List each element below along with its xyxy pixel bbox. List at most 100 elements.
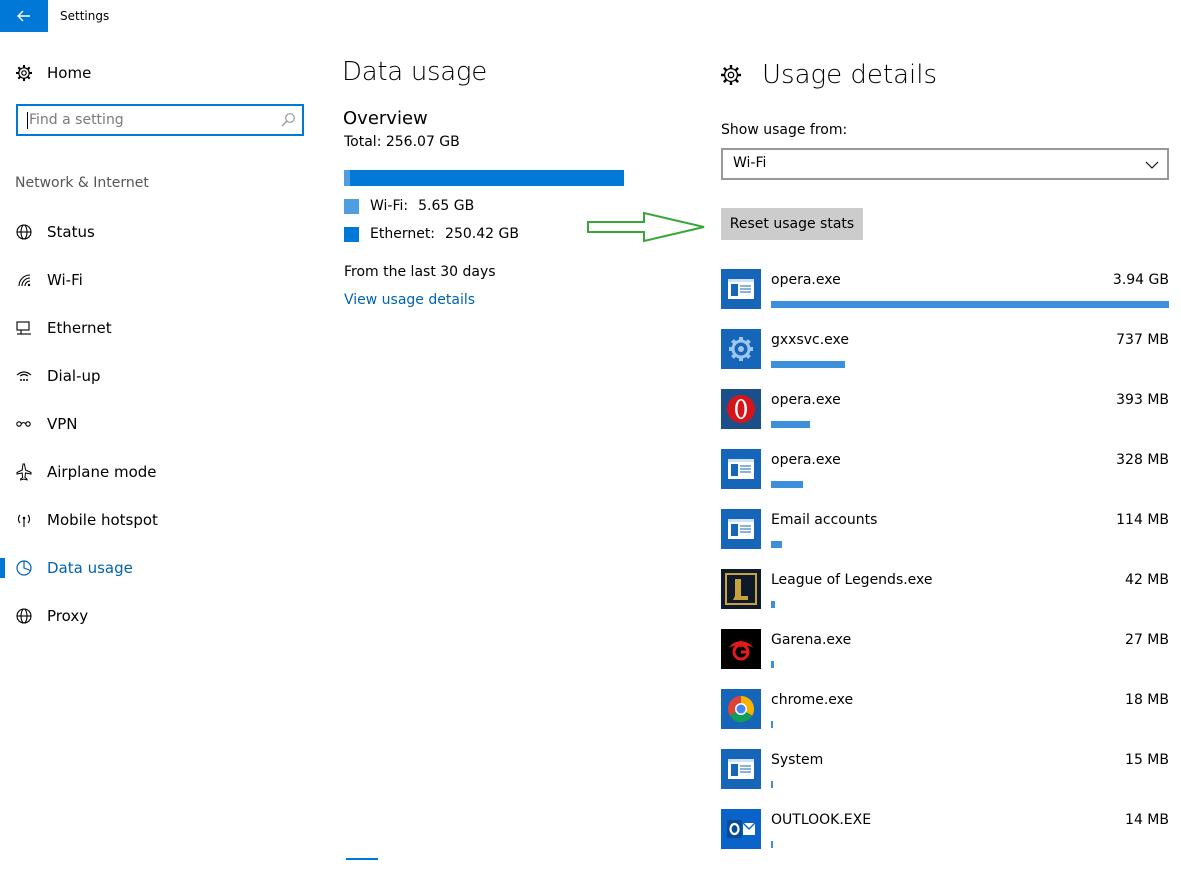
sidebar-item-dialup[interactable]: Dial-up	[0, 352, 320, 400]
nav-list: Status Wi-Fi Ethernet Dial-up VPN Airpla…	[0, 208, 320, 640]
nav-home[interactable]: Home	[15, 62, 91, 84]
app-usage-list: opera.exe 3.94 GB gxxsvc.exe 737 MB oper…	[721, 269, 1169, 869]
sidebar-item-wifi[interactable]: Wi-Fi	[0, 256, 320, 304]
app-usage-bar	[771, 541, 782, 548]
app-usage-bar	[771, 601, 775, 608]
globe-icon	[15, 223, 33, 241]
vpn-icon	[15, 415, 33, 433]
app-name: opera.exe	[771, 272, 841, 288]
sidebar-item-mobile-hotspot[interactable]: Mobile hotspot	[0, 496, 320, 544]
globe-icon	[15, 607, 33, 625]
list-item: opera.exe 328 MB	[721, 449, 1169, 509]
app-size: 42 MB	[1125, 572, 1169, 588]
sidebar-item-vpn[interactable]: VPN	[0, 400, 320, 448]
gear-icon	[721, 65, 741, 85]
dropdown-value: Wi-Fi	[733, 155, 767, 171]
sidebar-item-data-usage[interactable]: Data usage	[0, 544, 320, 592]
legend-key: Wi-Fi:	[370, 198, 409, 214]
chevron-down-icon	[1145, 161, 1159, 169]
window-app-icon	[721, 749, 761, 789]
settings-window: Settings Home Find a setting Network & I…	[0, 0, 1181, 870]
period-text: From the last 30 days	[344, 264, 496, 280]
sidebar-item-label: Ethernet	[47, 319, 112, 337]
app-size: 328 MB	[1116, 452, 1169, 468]
back-arrow-icon	[17, 10, 30, 22]
list-item: System 15 MB	[721, 749, 1169, 809]
app-name: chrome.exe	[771, 692, 854, 708]
window-app-icon	[721, 269, 761, 309]
sidebar-item-label: Airplane mode	[47, 463, 157, 481]
usage-bar-wifi-segment	[344, 170, 351, 186]
dialup-icon	[15, 367, 33, 385]
ethernet-swatch	[344, 226, 359, 242]
app-usage-bar	[771, 421, 810, 428]
sidebar-item-label: Status	[47, 223, 95, 241]
app-name: League of Legends.exe	[771, 572, 933, 588]
search-input[interactable]: Find a setting	[16, 104, 304, 136]
hotspot-icon	[15, 511, 33, 529]
ethernet-icon	[15, 319, 33, 337]
wifi-icon	[15, 271, 33, 289]
outlook-icon	[721, 809, 761, 849]
sidebar-item-label: Proxy	[47, 607, 89, 625]
search-placeholder: Find a setting	[29, 112, 124, 128]
scroll-indicator	[346, 858, 378, 860]
legend-key: Ethernet:	[370, 226, 436, 242]
network-dropdown[interactable]: Wi-Fi	[721, 148, 1169, 180]
details-title: Usage details	[762, 60, 937, 90]
usage-bar	[344, 170, 624, 186]
nav-home-label: Home	[47, 64, 92, 82]
sidebar-item-label: VPN	[47, 415, 78, 433]
sidebar-item-status[interactable]: Status	[0, 208, 320, 256]
app-name: opera.exe	[771, 452, 841, 468]
list-item: chrome.exe 18 MB	[721, 689, 1169, 749]
list-item: Garena.exe 27 MB	[721, 629, 1169, 689]
app-usage-bar	[771, 781, 773, 788]
chrome-icon	[721, 689, 761, 729]
app-size: 15 MB	[1125, 752, 1169, 768]
annotation-arrow	[587, 211, 705, 243]
back-button[interactable]	[0, 0, 48, 32]
list-item: OUTLOOK.EXE 14 MB	[721, 809, 1169, 869]
list-item: League of Legends.exe 42 MB	[721, 569, 1169, 629]
overview-heading: Overview	[343, 108, 428, 129]
app-name: System	[771, 752, 824, 768]
sidebar-item-proxy[interactable]: Proxy	[0, 592, 320, 640]
window-title: Settings	[60, 9, 110, 23]
text-caret	[27, 112, 28, 129]
app-name: Email accounts	[771, 512, 878, 528]
app-size: 14 MB	[1125, 812, 1169, 828]
list-item: opera.exe 3.94 GB	[721, 269, 1169, 329]
view-usage-details-link[interactable]: View usage details	[344, 292, 475, 308]
app-usage-bar	[771, 841, 773, 848]
app-size: 27 MB	[1125, 632, 1169, 648]
list-item: gxxsvc.exe 737 MB	[721, 329, 1169, 389]
app-size: 393 MB	[1116, 392, 1169, 408]
app-size: 18 MB	[1125, 692, 1169, 708]
garena-icon	[721, 629, 761, 669]
legend-value: 250.42 GB	[445, 226, 519, 242]
title-bar: Settings	[0, 0, 1181, 32]
show-usage-from-label: Show usage from:	[721, 122, 848, 138]
list-item: opera.exe 393 MB	[721, 389, 1169, 449]
total-usage: Total: 256.07 GB	[344, 134, 460, 150]
search-icon[interactable]	[280, 112, 296, 128]
reset-usage-stats-button[interactable]: Reset usage stats	[721, 208, 863, 240]
opera-icon	[721, 389, 761, 429]
sidebar-item-ethernet[interactable]: Ethernet	[0, 304, 320, 352]
app-usage-bar	[771, 721, 773, 728]
legend-wifi: Wi-Fi: 5.65 GB	[344, 197, 474, 215]
gear-app-icon	[721, 329, 761, 369]
app-size: 3.94 GB	[1112, 272, 1169, 288]
app-usage-bar	[771, 481, 803, 488]
app-name: Garena.exe	[771, 632, 852, 648]
sidebar-item-label: Dial-up	[47, 367, 101, 385]
app-name: OUTLOOK.EXE	[771, 812, 872, 828]
sidebar-item-airplane-mode[interactable]: Airplane mode	[0, 448, 320, 496]
sidebar-item-label: Mobile hotspot	[47, 511, 158, 529]
gear-icon	[15, 64, 33, 82]
app-usage-bar	[771, 301, 1169, 308]
app-size: 737 MB	[1116, 332, 1169, 348]
list-item: Email accounts 114 MB	[721, 509, 1169, 569]
app-usage-bar	[771, 361, 845, 368]
